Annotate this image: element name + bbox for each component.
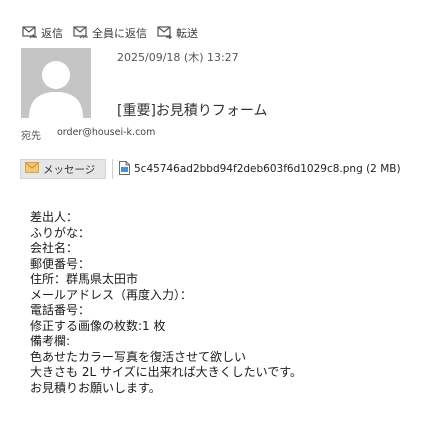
message-body: 差出人： ふりがな： 会社名： 郵便番号： 住所：群馬県太田市 メールアドレス（… bbox=[30, 210, 302, 396]
attachment-file-label: 5c45746ad2bbd94f2deb603f6d1029c8.png (2 … bbox=[134, 163, 401, 175]
message-toolbar: 返信 全員に返信 転送 bbox=[22, 25, 208, 41]
attachment-divider bbox=[112, 159, 113, 179]
reply-envelope-icon bbox=[22, 25, 41, 42]
message-tab[interactable]: メッセージ bbox=[20, 159, 106, 179]
to-label: 宛先 bbox=[21, 131, 41, 142]
attachment-bar: メッセージ 5c45746ad2bbd94f2deb603f6d1029c8.p… bbox=[20, 158, 426, 180]
body-line: 備考欄: bbox=[30, 334, 71, 348]
reply-all-envelope-icon bbox=[73, 25, 92, 42]
avatar bbox=[21, 48, 91, 118]
forward-label: 転送 bbox=[176, 27, 198, 40]
body-line: ふりがな： bbox=[30, 225, 91, 240]
attachment-file[interactable]: 5c45746ad2bbd94f2deb603f6d1029c8.png (2 … bbox=[119, 160, 401, 178]
forward-envelope-icon bbox=[157, 25, 176, 42]
reply-all-label: 全員に返信 bbox=[92, 27, 147, 40]
body-line: 会社名： bbox=[30, 241, 79, 255]
body-line: 色あせたカラー写真を復活させて欲しい bbox=[30, 349, 247, 364]
body-line: メールアドレス（再度入力）： bbox=[30, 287, 193, 302]
body-line: お見積りお願いします。 bbox=[30, 380, 161, 395]
document-icon bbox=[119, 160, 134, 178]
message-tab-label: メッセージ bbox=[43, 163, 96, 176]
to-address[interactable]: order@housei-k.com bbox=[57, 127, 155, 138]
body-line: 修正する画像の枚数:1 枚 bbox=[30, 318, 166, 333]
reply-label: 返信 bbox=[41, 27, 63, 40]
body-line: 大きさも 2L サイズに出来れば大きくしたいです。 bbox=[30, 365, 303, 379]
forward-button[interactable]: 転送 bbox=[157, 25, 198, 42]
reply-all-button[interactable]: 全員に返信 bbox=[73, 25, 147, 42]
sent-date: 2025/09/18 (木) 13:27 bbox=[117, 51, 239, 64]
message-subject: [重要]お見積りフォーム bbox=[117, 103, 268, 119]
reply-button[interactable]: 返信 bbox=[22, 25, 63, 42]
body-line: 電話番号： bbox=[30, 303, 91, 317]
body-line: 郵便番号： bbox=[30, 256, 91, 271]
person-silhouette-icon bbox=[21, 48, 91, 118]
envelope-icon bbox=[25, 162, 43, 176]
body-line: 差出人： bbox=[30, 210, 79, 224]
body-line: 住所：群馬県太田市 bbox=[30, 272, 139, 286]
